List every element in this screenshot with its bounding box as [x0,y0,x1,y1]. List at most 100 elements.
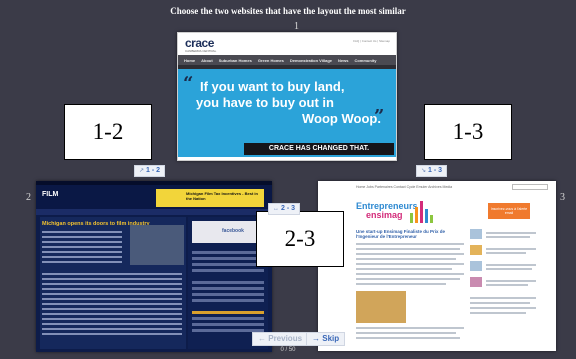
site2-text-line [42,313,182,315]
site1-nav-item: News [338,57,349,63]
choose-pair-2-3-label: 2 - 3 [281,205,296,212]
site3-sidebar-thumb [470,245,482,255]
site3-text-line [356,283,446,285]
site3-sidebar-line [486,284,528,286]
site1-nav: Home About Suburban Homes Green Homes De… [178,55,396,65]
pair-label-1-2: 1-2 [64,104,152,160]
site2-text-line [42,308,182,310]
site2-nav [36,209,272,215]
site1-quote-open: “ [183,73,194,94]
right-arrow-icon: → [312,334,320,343]
site2-text-line [42,333,182,335]
site1-hero-line-3: Woop Woop. [302,111,381,126]
site2-text-line [42,283,182,285]
left-arrow-icon: ← [258,334,266,343]
site3-sidebar-thumb [470,229,482,239]
site2-text-line [42,246,122,248]
pair-label-2-3: 2-3 [256,211,344,267]
site3-sidebar-line [486,232,536,234]
site3-headline: Une start-up Ensimag Finaliste du Prix d… [356,229,446,239]
site1-nav-item: Demonstration Village [289,57,332,63]
previous-label: Previous [268,334,303,343]
site2-facebook-label: facebook [222,228,244,234]
site3-text-line [356,263,464,265]
skip-button[interactable]: → Skip [306,332,346,346]
site1-nav-item: About [201,57,213,63]
site2-text-line [42,236,122,238]
site2-facebook-box: facebook [192,221,264,243]
site2-text-line [42,273,182,275]
progress-counter: 0 / 50 [280,347,296,353]
site2-text-line [42,231,122,233]
diagonal-arrow-icon: ↘ [421,168,427,174]
site3-text-line [356,278,460,280]
site2-text-line [42,261,122,263]
site2-sidebar-item [192,251,264,254]
site2-text-line [42,288,182,290]
site2-sidebar-item [192,287,264,290]
site2-sidebar-item [192,299,264,302]
site3-logo-bars [410,199,436,223]
site2-text-line [42,251,122,253]
site1-nav-item: Community [354,57,377,63]
site3-sidebar-line [486,264,536,266]
site2-banner-ad: Michigan Film Tax Incentives - Best in t… [156,189,264,207]
site2-sidebar-item [192,317,264,320]
site3-sidebar-line [470,312,526,314]
website-1-screenshot[interactable]: crace CANBERRA CENTRAL FAQ | Contact Us … [177,32,397,161]
site1-logo-sub: CANBERRA CENTRAL [185,49,217,53]
website-2-screenshot[interactable]: FILM Michigan Film Tax Incentives - Best… [36,181,272,352]
site1-hero-line-2: you have to buy out in [196,95,334,110]
site2-sidebar-item [192,263,264,266]
choose-pair-1-3-button[interactable]: ↘ 1 - 3 [416,165,448,177]
pair-label-1-3: 1-3 [424,104,512,160]
site3-text-line [356,243,464,245]
site3-nav: Home Jobs Partenaires Contact Cycle Emul… [356,185,453,189]
task-prompt: Choose the two websites that have the la… [170,6,406,16]
site2-sidebar-item [192,269,264,272]
horizontal-arrow-icon: ↔ [273,206,279,212]
site3-sidebar-line [486,280,536,282]
site1-banner: CRACE HAS CHANGED THAT. [244,143,394,155]
site2-sidebar-item [192,281,264,284]
site2-text-line [42,328,182,330]
site1-toplinks: FAQ | Contact Us | Sitemap [353,39,390,43]
site3-text-line [356,337,460,339]
site3-sidebar-line [486,248,536,250]
site3-article-image [356,291,406,323]
site1-hero-line-1: If you want to buy land, [200,79,345,94]
previous-button[interactable]: ← Previous [252,332,309,346]
panel-number-2: 2 [26,192,31,203]
site3-text-line [356,248,460,250]
site3-text-line [356,332,456,334]
site3-search-box [512,184,548,190]
choose-pair-1-2-button[interactable]: ↗ 1 - 2 [134,165,166,177]
site2-sidebar-item [192,323,264,326]
choose-pair-2-3-button[interactable]: ↔ 2 - 3 [268,203,301,215]
diagonal-arrow-icon: ↗ [139,168,145,174]
site2-text-line [42,318,182,320]
choose-pair-1-3-label: 1 - 3 [428,167,443,174]
site3-sidebar-line [486,236,530,238]
site3-logo-bottom: ensimag [366,210,403,220]
site3-text-line [356,273,464,275]
site3-sidebar-line [470,307,536,309]
site1-nav-item: Suburban Homes [218,57,252,63]
site2-photo [130,225,184,265]
site3-text-line [356,268,452,270]
skip-label: Skip [322,334,340,343]
panel-number-1: 1 [294,21,299,32]
website-3-screenshot[interactable]: Home Jobs Partenaires Contact Cycle Emul… [318,181,556,351]
site3-text-line [356,327,464,329]
site1-quote-close: ” [374,106,385,127]
site3-sidebar-line [470,302,530,304]
site3-sidebar-thumb [470,277,482,287]
site3-text-line [356,258,456,260]
panel-number-3: 3 [560,192,565,203]
site2-sidebar-item [192,311,264,314]
site1-nav-item: Home [184,57,196,63]
site2-text-line [42,278,182,280]
site3-sidebar-thumb [470,261,482,271]
site2-text-line [42,293,182,295]
site2-sidebar-item [192,293,264,296]
